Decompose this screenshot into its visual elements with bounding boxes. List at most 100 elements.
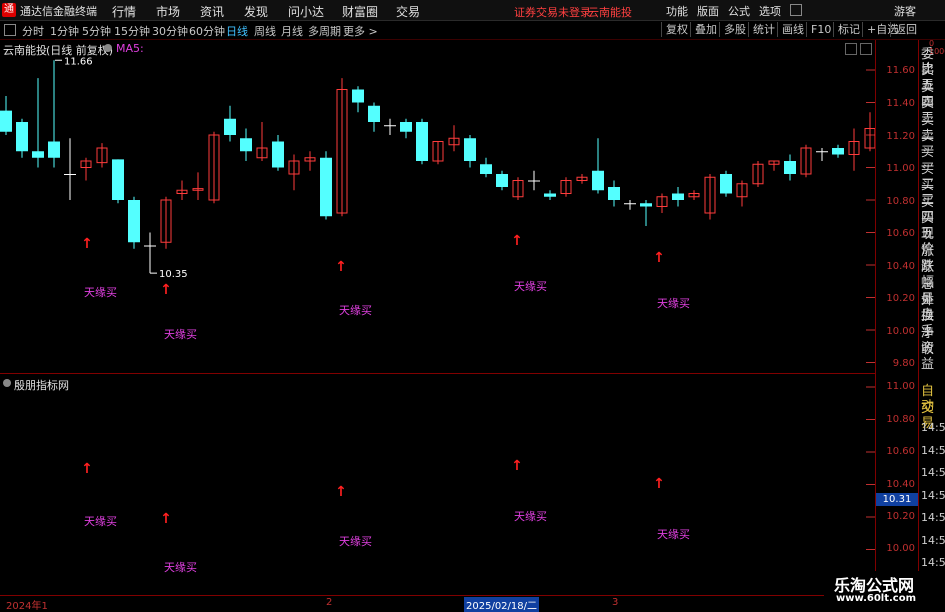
panel-toggle-icon[interactable]	[4, 24, 16, 36]
candle-body	[528, 180, 540, 182]
axis-tick: 10.20	[886, 293, 915, 304]
candle-body	[32, 151, 44, 158]
menu-item-hangqing[interactable]: 行情	[112, 3, 136, 20]
candle-body	[816, 151, 828, 153]
buy-signal-label: 天缘买	[339, 535, 372, 548]
period-daily[interactable]: 日线	[226, 23, 248, 39]
side-time-label: 14:56	[921, 511, 945, 524]
period-15min[interactable]: 15分钟	[114, 23, 150, 39]
price-axis: 11.60 11.40 11.20 11.00 10.80 10.60 10.4…	[875, 40, 919, 595]
buy-signal-arrow: ↑	[81, 461, 93, 477]
panel-divider	[0, 373, 875, 374]
candle-body	[608, 187, 620, 200]
candle-body	[0, 110, 12, 132]
menu-item-jiaoyi[interactable]: 交易	[396, 3, 420, 20]
fuquan-button[interactable]: 复权	[661, 22, 692, 37]
period-weekly[interactable]: 周线	[254, 23, 276, 39]
axis-tick: 9.80	[892, 358, 915, 369]
f10-button[interactable]: F10	[806, 22, 835, 37]
menu-item-wenxiaoda[interactable]: 问小达	[288, 3, 324, 20]
buy-signal-arrow: ↑	[653, 250, 665, 266]
side-time-label: 14:56	[921, 556, 945, 569]
menu-item-zixun[interactable]: 资讯	[200, 3, 224, 20]
period-more[interactable]: 更多 >	[343, 23, 378, 39]
candle-body	[128, 200, 140, 243]
axis-tick: 11.60	[886, 65, 915, 76]
overlay-button[interactable]: 叠加	[690, 22, 721, 37]
side-time-label: 14:56	[921, 533, 945, 547]
period-30min[interactable]: 30分钟	[152, 23, 188, 39]
candle-body	[720, 174, 732, 194]
period-multi[interactable]: 多周期	[308, 23, 341, 39]
stock-name-tab[interactable]: 云南能投	[588, 4, 632, 20]
menu-item-xuanxiang[interactable]: 选项	[759, 3, 781, 19]
period-5min[interactable]: 5分钟	[82, 23, 111, 39]
buy-signal-arrow: ↑	[81, 236, 93, 252]
candle-body	[784, 161, 796, 174]
candle-body	[464, 138, 476, 161]
date-year-label: 2024年1	[6, 601, 48, 612]
candle-body	[496, 174, 508, 187]
candle-body	[624, 203, 636, 205]
indicator-panel[interactable]: 殷朋指标网 ↑ 天缘买 ↑ 天缘买 ↑ 天缘买 ↑ 天缘买 ↑ 天缘买	[0, 375, 875, 595]
axis-tick: 11.20	[886, 131, 915, 142]
menu-item-caifuquan[interactable]: 财富圈	[342, 3, 378, 20]
ind-axis-tick: 11.00	[886, 381, 915, 392]
buy-signal-arrow: ↑	[160, 511, 172, 527]
candle-body	[384, 125, 396, 127]
period-60min[interactable]: 60分钟	[189, 23, 225, 39]
menu-item-gongneng[interactable]: 功能	[666, 3, 688, 19]
candle-body	[272, 141, 284, 168]
axis-tick: 10.40	[886, 261, 915, 272]
stats-button[interactable]: 统计	[748, 22, 779, 37]
date-month-2: 2	[326, 597, 333, 608]
high-price-label: 11.66	[64, 56, 93, 67]
period-1min[interactable]: 1分钟	[50, 23, 79, 39]
ind-axis-tick: 10.40	[886, 479, 915, 490]
buy-signal-label: 天缘买	[84, 286, 117, 299]
kline-chart-panel[interactable]: 云南能投 (日线 前复权) MA5: 11.66 10.35 ↑ 天缘买 ↑ 天缘买 ↑ 天缘…	[0, 40, 875, 373]
candle-body	[320, 157, 332, 217]
window-layout-icon[interactable]	[790, 4, 802, 16]
candle-body	[112, 159, 124, 200]
ind-axis-tick: 10.80	[886, 414, 915, 425]
axis-tick: 11.40	[886, 98, 915, 109]
user-label[interactable]: 游客	[894, 3, 916, 19]
candle-body	[352, 89, 364, 103]
candle-body	[832, 148, 844, 155]
candle-body	[224, 118, 236, 135]
draw-line-button[interactable]: 画线	[777, 22, 808, 37]
menu-item-banmian[interactable]: 版面	[697, 3, 719, 19]
candle-body	[592, 170, 604, 191]
period-monthly[interactable]: 月线	[281, 23, 303, 39]
buy-signal-arrow: ↑	[511, 458, 523, 474]
buy-signal-label: 天缘买	[84, 515, 117, 528]
buy-signal-arrow: ↑	[335, 484, 347, 500]
candle-body	[240, 138, 252, 152]
watermark-url: www.60lt.com	[836, 593, 917, 604]
period-bar: 分时 1分钟 5分钟 15分钟 30分钟 60分钟 日线 周线 月线 多周期 更…	[0, 21, 945, 40]
menu-bar: 通 通达信金融终端 行情 市场 资讯 发现 问小达 财富圈 交易 证券交易未登录…	[0, 0, 945, 21]
cursor-date: 2025/02/18/二	[464, 597, 540, 612]
back-button[interactable]: 返回	[890, 22, 921, 37]
watermark: 乐淘公式网 www.60lt.com	[824, 571, 945, 609]
period-fenshi[interactable]: 分时	[22, 23, 44, 39]
side-time-label: 14:56	[921, 466, 945, 479]
login-notice[interactable]: 证券交易未登录	[514, 4, 591, 20]
ind-axis-tick: 10.60	[886, 446, 915, 457]
ind-axis-tick: 10.00	[886, 543, 915, 554]
axis-tick: 10.60	[886, 228, 915, 239]
candle-body	[480, 164, 492, 174]
menu-item-gongshi[interactable]: 公式	[728, 3, 750, 19]
candle-body	[640, 203, 652, 207]
mark-button[interactable]: 标记	[833, 22, 864, 37]
side-time-label: 14:56	[921, 421, 945, 434]
kline-canvas: 11.66 10.35 ↑ 天缘买 ↑ 天缘买 ↑ 天缘买 ↑ 天缘买 ↑ 天缘买	[0, 56, 875, 363]
multi-stock-button[interactable]: 多股	[719, 22, 750, 37]
candle-body	[64, 174, 76, 175]
status-bar: 2024年1 2 2025/02/18/二 3	[0, 595, 945, 612]
low-price-label: 10.35	[159, 269, 188, 280]
menu-item-faxian[interactable]: 发现	[244, 3, 268, 20]
menu-item-shichang[interactable]: 市场	[156, 3, 180, 20]
buy-signal-arrow: ↑	[511, 233, 523, 249]
